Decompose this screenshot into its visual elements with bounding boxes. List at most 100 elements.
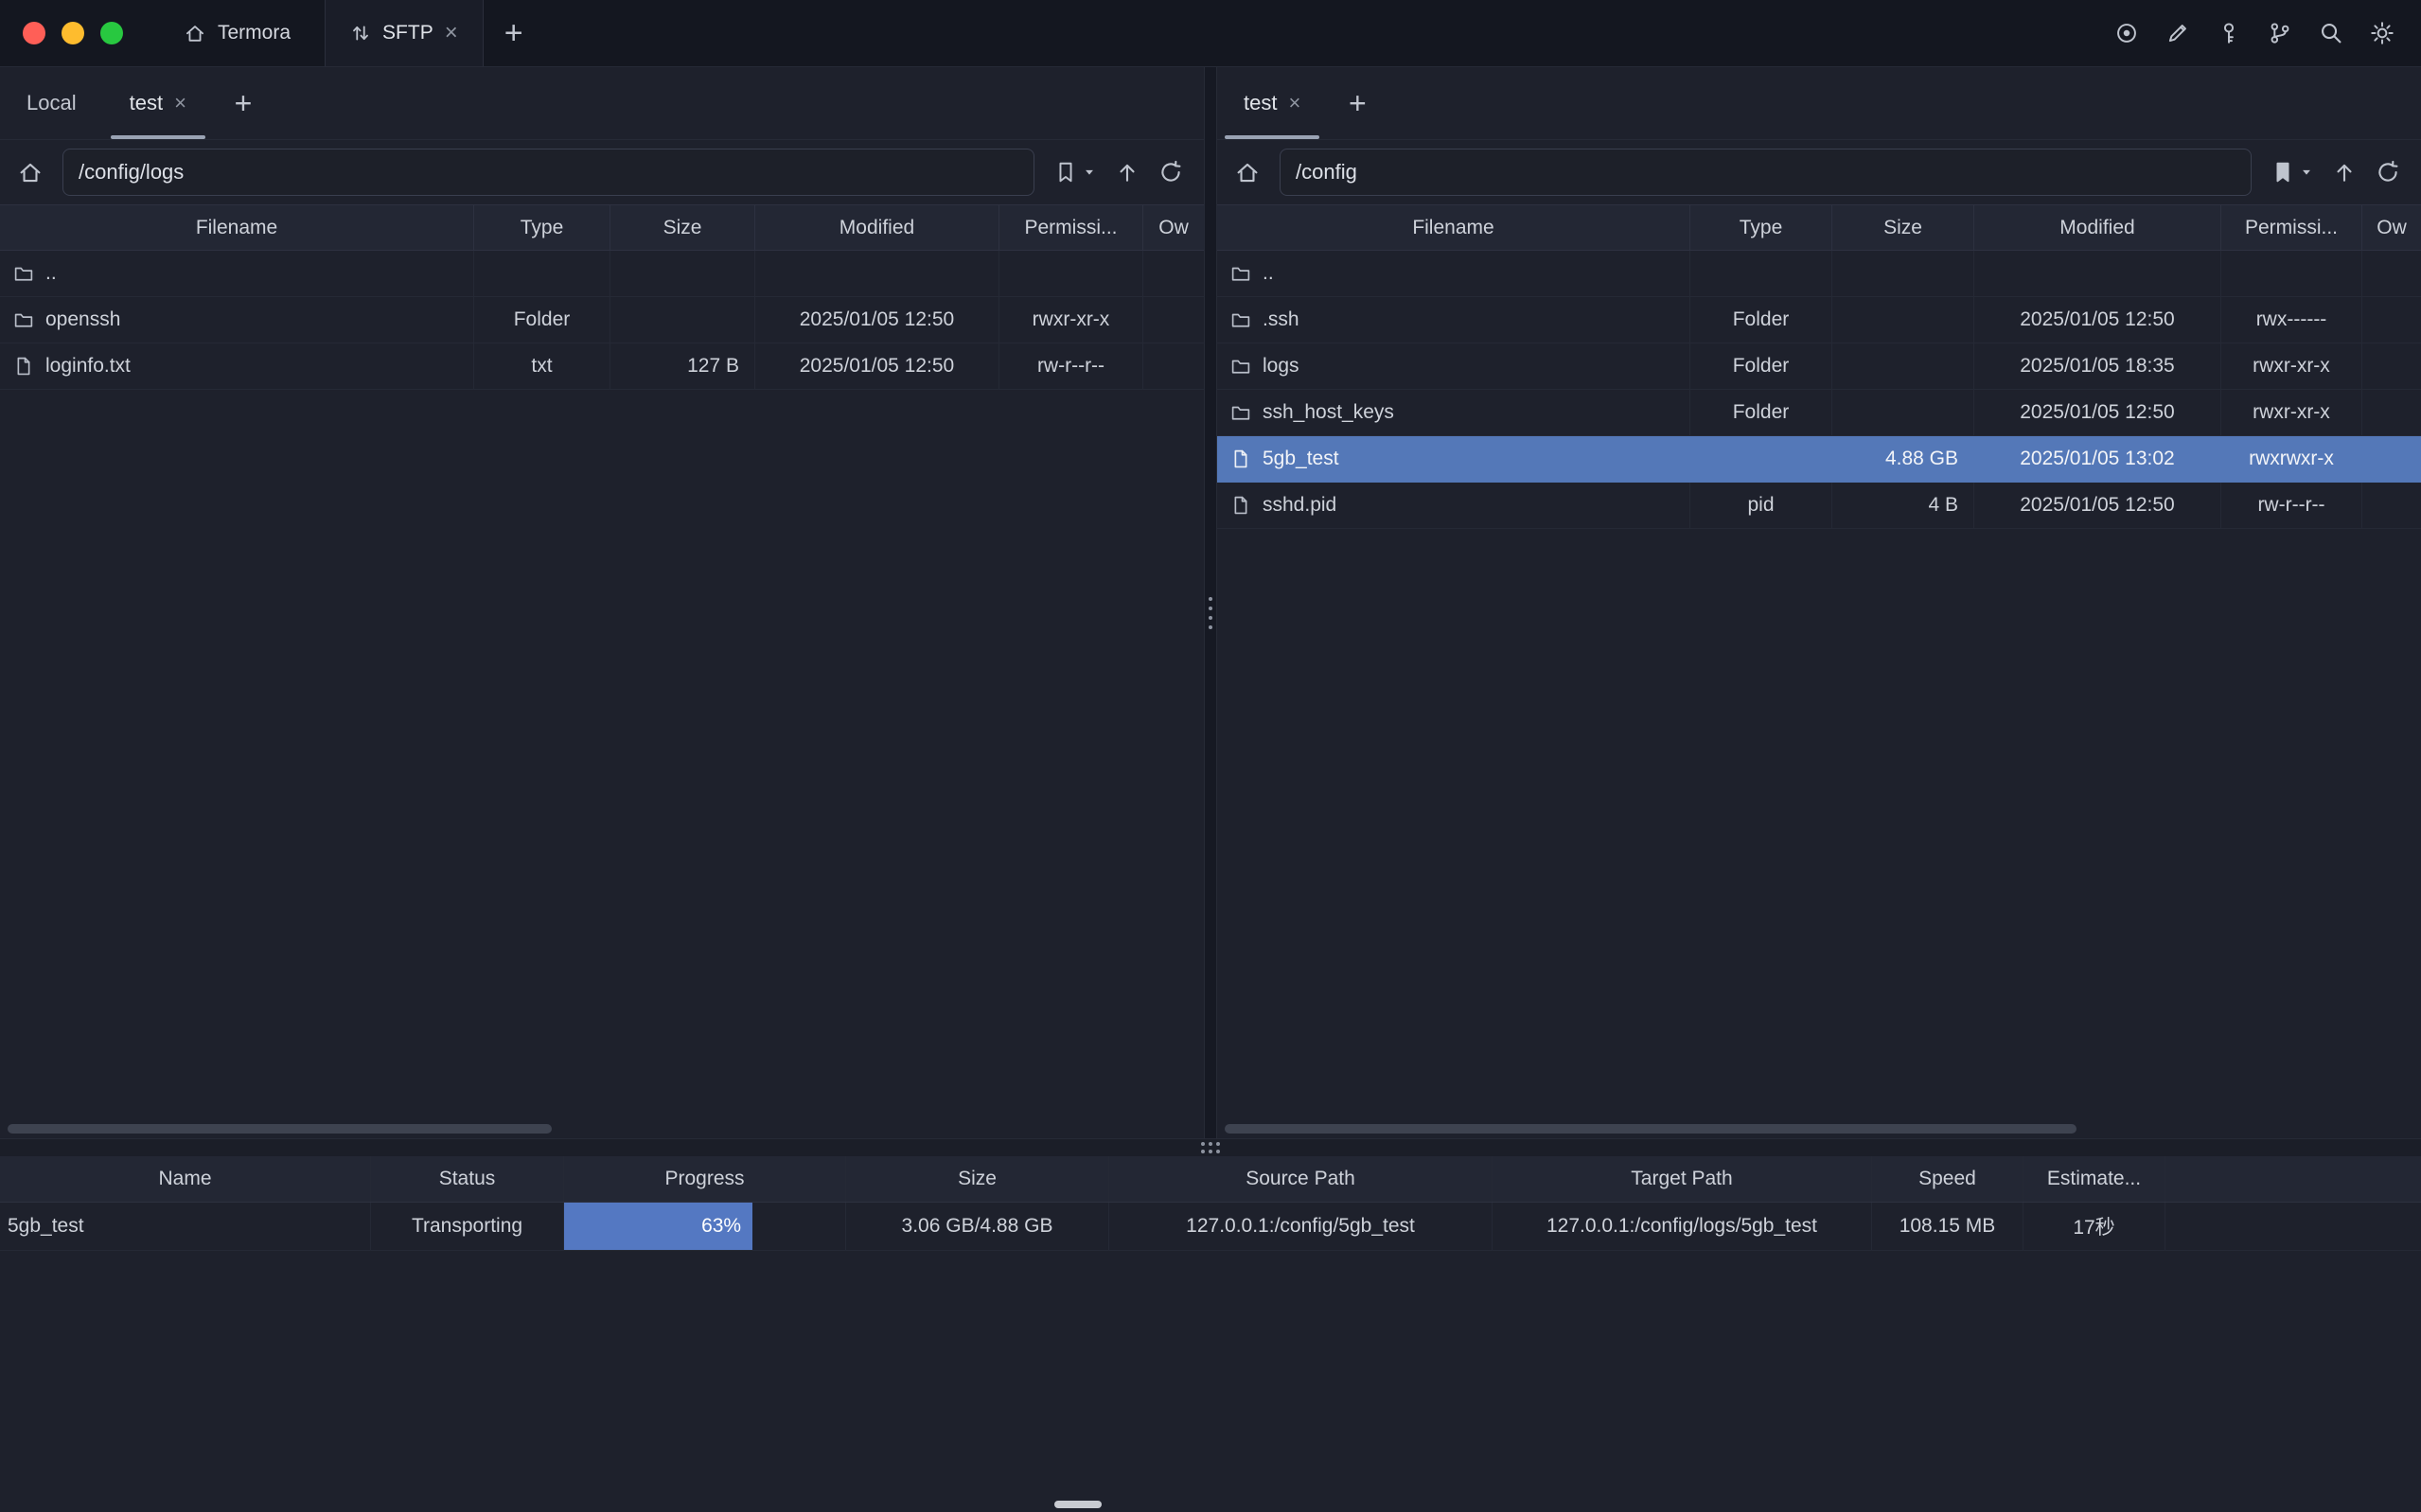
home-icon[interactable]: [17, 159, 44, 185]
transfer-row[interactable]: 5gb_test Transporting 63% 3.06 GB/4.88 G…: [0, 1203, 2421, 1251]
file-icon: [13, 356, 34, 377]
file-row[interactable]: ssh_host_keys Folder 2025/01/05 12:50 rw…: [1217, 390, 2421, 436]
file-modified: 2025/01/05 12:50: [1974, 297, 2221, 343]
column-header-modified[interactable]: Modified: [1974, 205, 2221, 250]
file-row[interactable]: sshd.pid pid 4 B 2025/01/05 12:50 rw-r--…: [1217, 483, 2421, 529]
file-type: pid: [1690, 483, 1832, 528]
tab-local[interactable]: Local: [0, 67, 103, 139]
go-up-button[interactable]: [1115, 160, 1140, 185]
close-tab-icon[interactable]: ×: [174, 93, 186, 114]
column-header-owner[interactable]: Ow: [1143, 205, 1204, 250]
column-header-progress[interactable]: Progress: [564, 1156, 846, 1202]
file-row[interactable]: logs Folder 2025/01/05 18:35 rwxr-xr-x: [1217, 343, 2421, 390]
pencil-icon[interactable]: [2165, 21, 2190, 45]
file-owner: [2362, 297, 2421, 343]
file-owner: [1143, 297, 1204, 343]
bookmark-button[interactable]: [1053, 160, 1096, 185]
column-header-type[interactable]: Type: [1690, 205, 1832, 250]
splitter-grip: [1201, 1142, 1220, 1153]
file-type: Folder: [474, 297, 610, 343]
record-icon[interactable]: [2114, 21, 2139, 45]
column-header-modified[interactable]: Modified: [755, 205, 999, 250]
file-row[interactable]: .ssh Folder 2025/01/05 12:50 rwx------: [1217, 297, 2421, 343]
tab-local-label: Local: [27, 91, 77, 115]
tab-sftp[interactable]: SFTP ×: [325, 0, 484, 66]
zoom-window-button[interactable]: [100, 22, 123, 44]
column-header-permissions[interactable]: Permissi...: [2221, 205, 2362, 250]
settings-icon[interactable]: [2370, 21, 2394, 45]
column-header-size[interactable]: Size: [846, 1156, 1109, 1202]
tab-test-left[interactable]: test ×: [103, 67, 213, 139]
refresh-button[interactable]: [1158, 160, 1183, 185]
home-icon[interactable]: [1234, 159, 1261, 185]
file-size: [1832, 251, 1974, 296]
file-type: Folder: [1690, 297, 1832, 343]
minimize-window-button[interactable]: [62, 22, 84, 44]
column-header-filename[interactable]: Filename: [0, 205, 474, 250]
column-header-type[interactable]: Type: [474, 205, 610, 250]
file-size: [610, 297, 755, 343]
left-pane-tabs: Local test × +: [0, 67, 1204, 140]
file-size: 4.88 GB: [1832, 436, 1974, 482]
file-row[interactable]: ..: [0, 251, 1204, 297]
file-modified: 2025/01/05 13:02: [1974, 436, 2221, 482]
path-input[interactable]: [62, 149, 1034, 196]
file-row[interactable]: ..: [1217, 251, 2421, 297]
file-type: Folder: [1690, 390, 1832, 435]
column-header-estimate[interactable]: Estimate...: [2023, 1156, 2165, 1202]
transfer-estimate: 17秒: [2023, 1203, 2165, 1250]
file-owner: [1143, 251, 1204, 296]
search-icon[interactable]: [2319, 21, 2343, 45]
file-permissions: rw-r--r--: [2221, 483, 2362, 528]
horizontal-splitter[interactable]: [0, 1138, 2421, 1157]
file-type: Folder: [1690, 343, 1832, 389]
column-header-status[interactable]: Status: [371, 1156, 564, 1202]
file-size: 127 B: [610, 343, 755, 389]
file-row[interactable]: loginfo.txt txt 127 B 2025/01/05 12:50 r…: [0, 343, 1204, 390]
chevron-down-icon: [2300, 166, 2313, 179]
file-modified: 2025/01/05 12:50: [1974, 390, 2221, 435]
bookmark-icon: [1053, 160, 1078, 185]
close-tab-icon[interactable]: ×: [445, 22, 458, 44]
new-file-tab-button[interactable]: +: [1327, 67, 1387, 139]
pane-divider[interactable]: [1204, 67, 1217, 1138]
left-path-bar: [0, 140, 1204, 204]
close-tab-icon[interactable]: ×: [1288, 93, 1300, 114]
file-row[interactable]: openssh Folder 2025/01/05 12:50 rwxr-xr-…: [0, 297, 1204, 343]
column-header-filler: [2165, 1156, 2421, 1202]
scrollbar-thumb[interactable]: [8, 1124, 552, 1134]
scrollbar-thumb[interactable]: [1225, 1124, 2076, 1134]
transfer-source-path: 127.0.0.1:/config/5gb_test: [1109, 1203, 1493, 1250]
column-header-source-path[interactable]: Source Path: [1109, 1156, 1493, 1202]
column-header-target-path[interactable]: Target Path: [1493, 1156, 1872, 1202]
tab-test-right[interactable]: test ×: [1217, 67, 1327, 139]
tab-termora[interactable]: Termora: [150, 0, 325, 66]
new-file-tab-button[interactable]: +: [213, 67, 274, 139]
folder-icon: [1230, 402, 1251, 423]
file-icon: [1230, 448, 1251, 469]
file-name: .ssh: [1263, 308, 1299, 331]
file-permissions: rwxrwxr-x: [2221, 436, 2362, 482]
column-header-owner[interactable]: Ow: [2362, 205, 2421, 250]
file-permissions: rwxr-xr-x: [2221, 343, 2362, 389]
bookmark-button[interactable]: [2271, 160, 2313, 185]
column-header-speed[interactable]: Speed: [1872, 1156, 2023, 1202]
file-type: txt: [474, 343, 610, 389]
path-input[interactable]: [1280, 149, 2252, 196]
file-row-selected[interactable]: 5gb_test 4.88 GB 2025/01/05 13:02 rwxrwx…: [1217, 436, 2421, 483]
column-header-size[interactable]: Size: [610, 205, 755, 250]
column-header-filename[interactable]: Filename: [1217, 205, 1690, 250]
column-header-name[interactable]: Name: [0, 1156, 371, 1202]
refresh-button[interactable]: [2376, 160, 2400, 185]
branch-icon[interactable]: [2268, 21, 2292, 45]
file-owner: [2362, 436, 2421, 482]
close-window-button[interactable]: [23, 22, 45, 44]
go-up-button[interactable]: [2332, 160, 2357, 185]
file-name: sshd.pid: [1263, 494, 1336, 517]
column-header-size[interactable]: Size: [1832, 205, 1974, 250]
column-header-permissions[interactable]: Permissi...: [999, 205, 1143, 250]
new-terminal-tab-button[interactable]: +: [484, 0, 544, 66]
home-icon: [184, 22, 206, 44]
key-icon[interactable]: [2217, 21, 2241, 45]
bottom-scrollbar-thumb[interactable]: [1054, 1501, 1102, 1508]
